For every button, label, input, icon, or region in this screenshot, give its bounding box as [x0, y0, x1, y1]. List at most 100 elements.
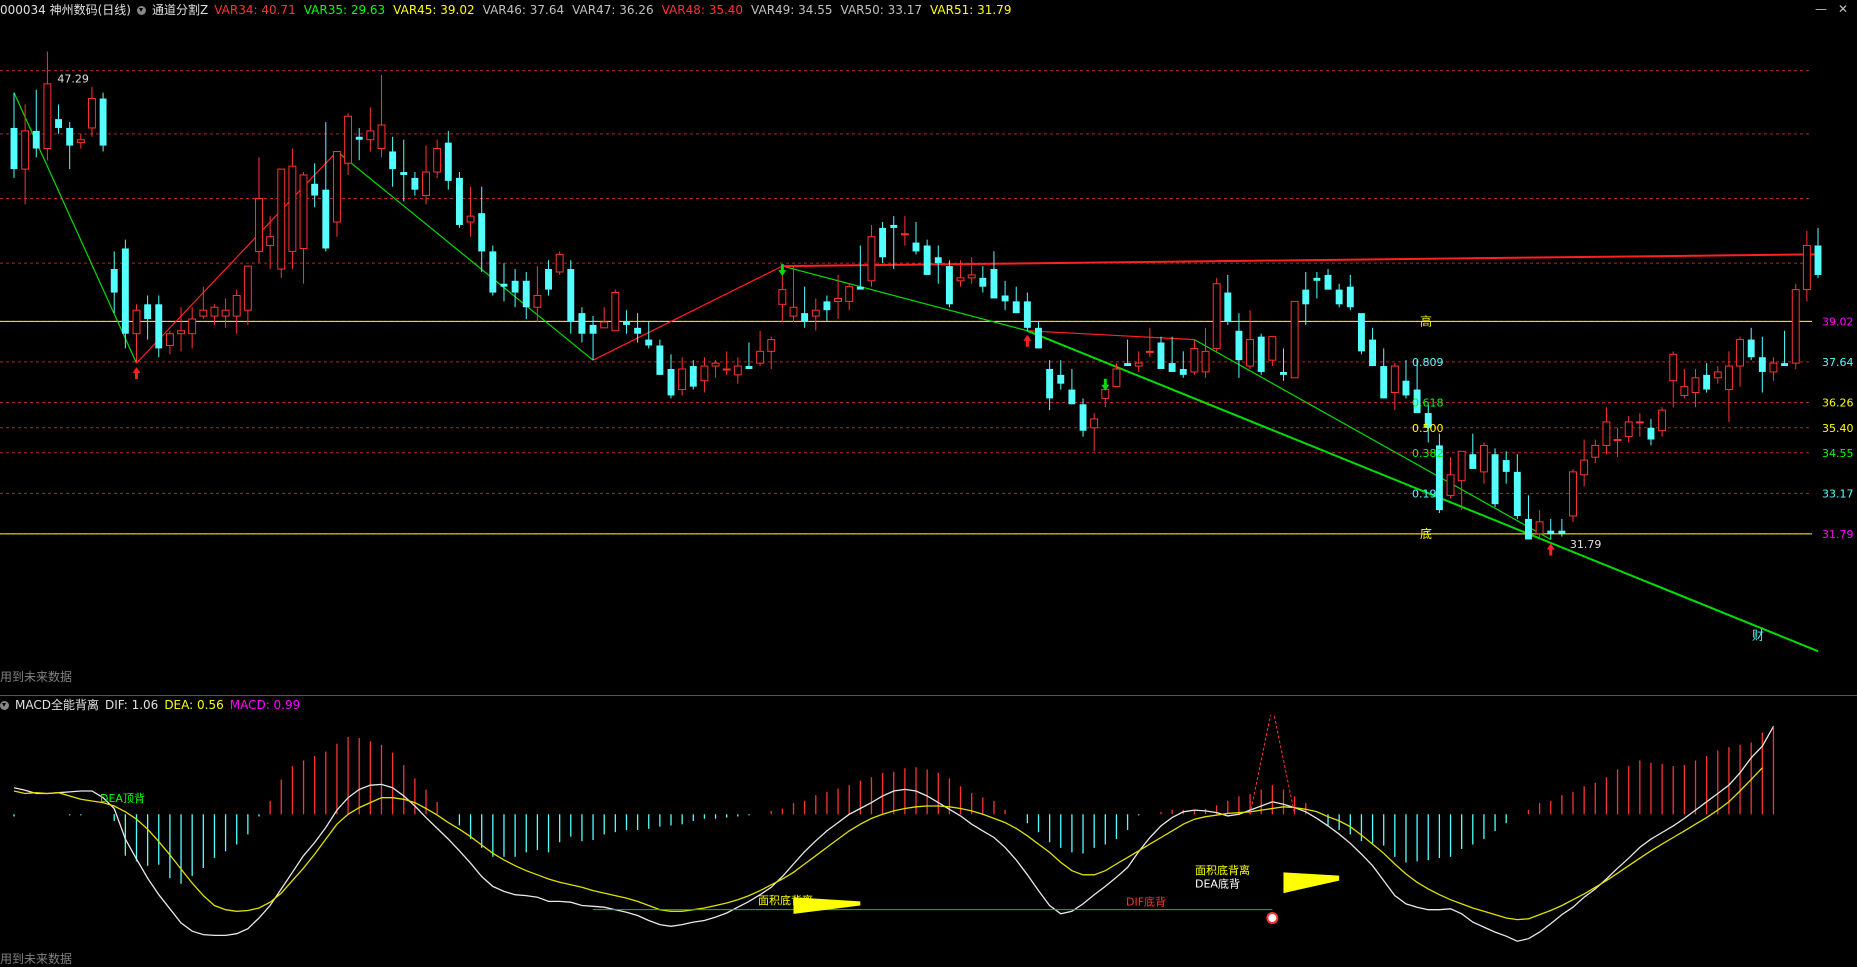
var-value-4: VAR47: 36.26: [572, 3, 654, 17]
candle-body-122: [1369, 339, 1377, 367]
zigzag-segment-3: [592, 265, 783, 361]
candle-body-54: [611, 292, 620, 332]
candle-body-76: [856, 286, 864, 290]
candle-body-149: [1669, 353, 1678, 382]
var-value-6: VAR49: 34.55: [751, 3, 833, 17]
candle-body-87: [979, 277, 987, 287]
candle-body-97: [1090, 418, 1099, 429]
candle-body-93: [1046, 368, 1054, 399]
candle-body-124: [1390, 365, 1399, 394]
candle-body-90: [1012, 301, 1020, 314]
dea-line: [13, 767, 1763, 921]
candle-body-95: [1068, 389, 1076, 405]
high-annotation: 47.29: [57, 72, 89, 85]
minimize-button[interactable]: —: [1815, 2, 1827, 16]
candle-body-51: [578, 313, 586, 334]
candle-body-37: [422, 171, 430, 197]
fib-label-2: 0.500: [1412, 422, 1444, 435]
var-value-8: VAR51: 31.79: [929, 3, 1012, 17]
candle-body-96: [1079, 404, 1087, 431]
candle-body-39: [444, 142, 452, 181]
candle-body-85: [956, 277, 965, 282]
candle-body-151: [1691, 377, 1700, 394]
candle-body-38: [433, 148, 442, 173]
candle-body-111: [1246, 339, 1255, 367]
candle-body-34: [389, 151, 397, 170]
buy-arrow-2: [1546, 543, 1555, 556]
candle-body-107: [1201, 350, 1210, 373]
macd-menu-icon[interactable]: [0, 700, 9, 710]
candle-body-110: [1235, 330, 1243, 361]
candle-body-75: [845, 286, 854, 302]
candle-body-20: [232, 294, 241, 317]
candle-body-100: [1124, 363, 1132, 367]
candle-body-148: [1658, 409, 1667, 432]
candle-body-36: [411, 177, 419, 190]
candle-body-91: [1023, 301, 1031, 328]
indicator-menu-icon[interactable]: [137, 5, 146, 15]
candle-body-106: [1190, 347, 1199, 373]
candle-body-109: [1224, 292, 1232, 322]
candle-body-0: [10, 127, 18, 170]
candle-body-115: [1290, 300, 1299, 379]
candle-body-31: [355, 136, 363, 140]
candle-body-77: [867, 236, 876, 282]
fib-label-3: 0.382: [1412, 447, 1444, 460]
stock-label[interactable]: 000034 神州数码(日线): [0, 0, 131, 20]
candle-body-73: [823, 301, 831, 311]
candle-body-102: [1145, 350, 1154, 353]
candle-body-64: [722, 368, 731, 371]
candle-body-146: [1635, 421, 1644, 424]
candle-body-105: [1179, 368, 1187, 375]
candle-body-16: [188, 318, 197, 335]
candle-body-119: [1335, 289, 1343, 305]
candle-body-71: [801, 313, 809, 322]
candle-body-162: [1814, 245, 1822, 275]
candle-body-133: [1491, 454, 1499, 505]
candle-body-156: [1747, 339, 1755, 358]
candle-body-140: [1569, 471, 1577, 517]
macd-header: MACD全能背离 DIF: 1.06 DEA: 0.56 MACD: 0.99: [0, 695, 300, 715]
price-label-0: 39.02: [1822, 315, 1854, 328]
candle-body-159: [1781, 363, 1789, 367]
candle-body-27: [311, 183, 319, 196]
candle-body-134: [1502, 460, 1510, 472]
candle-body-125: [1402, 380, 1410, 396]
candle-body-61: [689, 366, 697, 387]
macd-annotation-4: DIF底背: [1126, 895, 1166, 909]
candle-body-35: [400, 172, 408, 175]
future-data-note-sub: 用到未来数据: [0, 952, 73, 966]
macd-macd-value: MACD: 0.99: [229, 698, 301, 712]
macd-dea-value: DEA: 0.56: [164, 698, 224, 712]
macd-chart[interactable]: DEA顶背面积底背离面积底背离DEA底背DIF底背: [0, 715, 1857, 955]
candle-body-57: [645, 339, 653, 346]
candle-body-79: [890, 224, 898, 228]
candle-body-145: [1624, 421, 1633, 438]
candle-body-4: [55, 119, 62, 128]
candle-body-131: [1469, 454, 1477, 469]
candle-body-23: [266, 236, 275, 247]
price-label-3: 35.40: [1822, 422, 1854, 435]
area-divergence-block-2: [1283, 872, 1340, 894]
price-label-2: 36.26: [1822, 396, 1854, 409]
candle-body-74: [834, 297, 843, 302]
var-value-7: VAR50: 33.17: [840, 3, 922, 17]
finance-marker: 财: [1752, 628, 1764, 642]
candle-body-101: [1134, 362, 1143, 367]
candle-body-144: [1613, 439, 1622, 442]
buy-arrow-0: [132, 367, 141, 380]
candle-body-48: [545, 269, 552, 290]
candle-body-9: [110, 269, 118, 293]
candle-body-143: [1602, 421, 1611, 446]
close-button[interactable]: ✕: [1838, 2, 1848, 16]
candle-body-45: [511, 280, 519, 293]
macd-name[interactable]: MACD全能背离: [15, 695, 99, 715]
candle-body-70: [789, 306, 798, 317]
price-chart[interactable]: 39.02 37.64 36.26 35.40 34.55 33.17 31.79 0.809…: [0, 20, 1857, 700]
candle-body-150: [1680, 386, 1689, 396]
candle-body-135: [1513, 471, 1521, 516]
candle-body-3: [43, 83, 52, 150]
fib-label-4: 0.191: [1412, 487, 1444, 500]
indicator-name[interactable]: 通道分割Z: [152, 0, 208, 20]
macd-dif-value: DIF: 1.06: [104, 698, 159, 712]
